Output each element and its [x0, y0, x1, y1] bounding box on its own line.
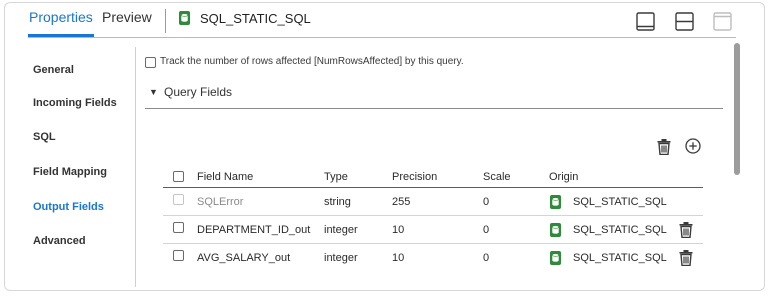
scale-cell: 0 — [483, 196, 490, 208]
column-header-precision[interactable]: Precision — [392, 171, 437, 183]
origin-cell: SQL_STATIC_SQL — [573, 252, 667, 264]
sql-transformation-icon — [550, 251, 561, 265]
column-header-origin[interactable]: Origin — [549, 171, 578, 183]
field-name-cell: DEPARTMENT_ID_out — [197, 224, 311, 236]
query-fields-section-toggle[interactable]: Query Fields — [164, 85, 232, 99]
table-row[interactable]: DEPARTMENT_ID_out integer 10 0 SQL_STATI… — [163, 216, 703, 244]
select-all-checkbox[interactable] — [173, 171, 184, 182]
field-name-cell: SQLError — [197, 196, 244, 208]
field-name-cell: AVG_SALARY_out — [197, 252, 291, 264]
sidebar-item-field-mapping[interactable]: Field Mapping — [33, 166, 107, 178]
add-circle-icon[interactable] — [685, 138, 701, 154]
sidebar-item-output-fields[interactable]: Output Fields — [33, 201, 104, 213]
sidebar-item-sql[interactable]: SQL — [33, 131, 56, 143]
type-cell: string — [324, 196, 351, 208]
sidebar-divider — [135, 47, 136, 287]
type-cell: integer — [324, 252, 358, 264]
table-row[interactable]: AVG_SALARY_out integer 10 0 SQL_STATIC_S… — [163, 244, 703, 272]
sql-transformation-icon — [550, 223, 561, 237]
trash-icon[interactable] — [657, 139, 671, 155]
sidebar-item-general[interactable]: General — [33, 64, 74, 76]
tab-properties[interactable]: Properties — [29, 9, 93, 25]
row-checkbox[interactable] — [173, 250, 184, 261]
column-header-field-name[interactable]: Field Name — [197, 171, 253, 183]
panel-top-icon[interactable] — [713, 12, 732, 31]
sidebar-item-incoming-fields[interactable]: Incoming Fields — [33, 97, 117, 109]
table-header-row: Field Name Type Precision Scale Origin — [163, 166, 703, 188]
scale-cell: 0 — [483, 224, 490, 236]
sidebar-item-advanced[interactable]: Advanced — [33, 235, 86, 247]
row-checkbox[interactable] — [173, 222, 184, 233]
precision-cell: 10 — [392, 252, 405, 264]
type-cell: integer — [324, 224, 358, 236]
properties-panel: Properties Preview SQL_STATIC_SQL Genera… — [4, 2, 765, 291]
split-horizontal-icon[interactable] — [675, 12, 694, 31]
scrollbar-thumb[interactable] — [734, 43, 740, 175]
tab-preview[interactable]: Preview — [102, 9, 152, 25]
precision-cell: 255 — [392, 196, 411, 208]
column-header-scale[interactable]: Scale — [483, 171, 511, 183]
section-divider — [145, 108, 723, 109]
panel-bottom-icon[interactable] — [636, 12, 655, 31]
header-divider-line — [28, 37, 736, 38]
scale-cell: 0 — [483, 252, 490, 264]
sql-transformation-icon — [550, 195, 561, 209]
track-rows-checkbox[interactable] — [145, 57, 156, 68]
caret-down-icon[interactable]: ▼ — [149, 87, 158, 97]
table-row[interactable]: SQLError string 255 0 SQL_STATIC_SQL — [163, 188, 703, 216]
origin-cell: SQL_STATIC_SQL — [573, 224, 667, 236]
transformation-title: SQL_STATIC_SQL — [200, 11, 311, 26]
header-divider — [165, 9, 166, 33]
trash-icon[interactable] — [679, 222, 693, 238]
precision-cell: 10 — [392, 224, 405, 236]
column-header-type[interactable]: Type — [324, 171, 348, 183]
origin-cell: SQL_STATIC_SQL — [573, 196, 667, 208]
sql-transformation-icon — [179, 11, 190, 25]
track-rows-label: Track the number of rows affected [NumRo… — [160, 56, 464, 67]
trash-icon[interactable] — [679, 250, 693, 266]
row-checkbox — [173, 194, 184, 205]
